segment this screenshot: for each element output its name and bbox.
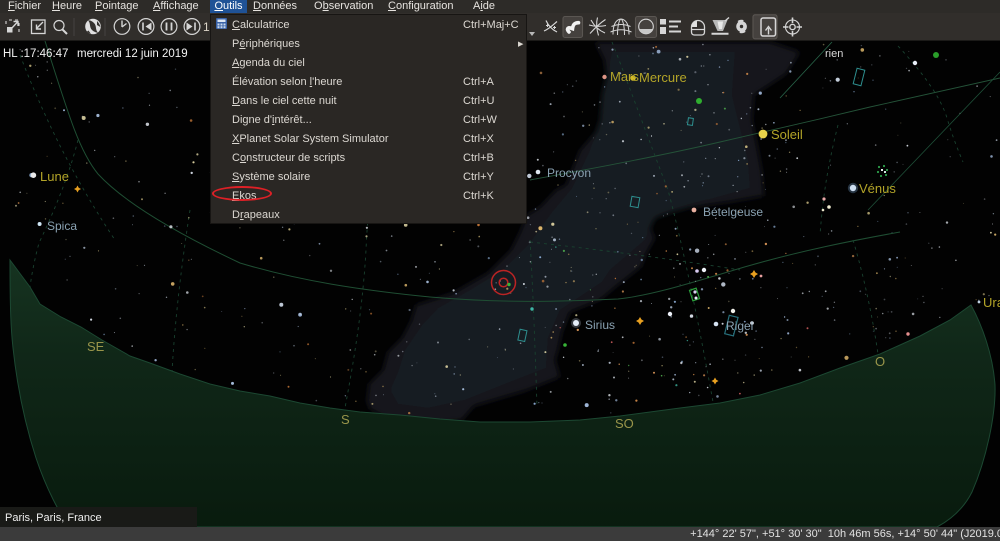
svg-text:Mercure: Mercure (639, 70, 687, 85)
svg-text:HL :17:46:47: HL :17:46:47 (3, 48, 68, 60)
svg-text:O: O (875, 354, 885, 369)
svg-text:Vénus: Vénus (859, 181, 896, 196)
svg-text:Paris, Paris, France: Paris, Paris, France (5, 512, 102, 524)
svg-text:mercredi 12 juin 2019: mercredi 12 juin 2019 (77, 48, 188, 60)
svg-text:S: S (341, 412, 350, 427)
svg-text:Lune: Lune (40, 169, 69, 184)
svg-text:Rigel: Rigel (726, 319, 753, 333)
svg-text:Sirius: Sirius (585, 318, 615, 332)
svg-text:Soleil: Soleil (771, 127, 803, 142)
svg-text:Spica: Spica (47, 219, 77, 233)
svg-text:1: 1 (203, 20, 210, 34)
svg-text:Mars: Mars (610, 69, 639, 84)
svg-text:Bételgeuse: Bételgeuse (703, 205, 763, 219)
svg-text:SE: SE (87, 339, 105, 354)
svg-text:rien: rien (825, 48, 843, 60)
svg-text:SO: SO (615, 416, 634, 431)
svg-text:Ura: Ura (983, 295, 1000, 310)
svg-text:Procyon: Procyon (547, 166, 591, 180)
